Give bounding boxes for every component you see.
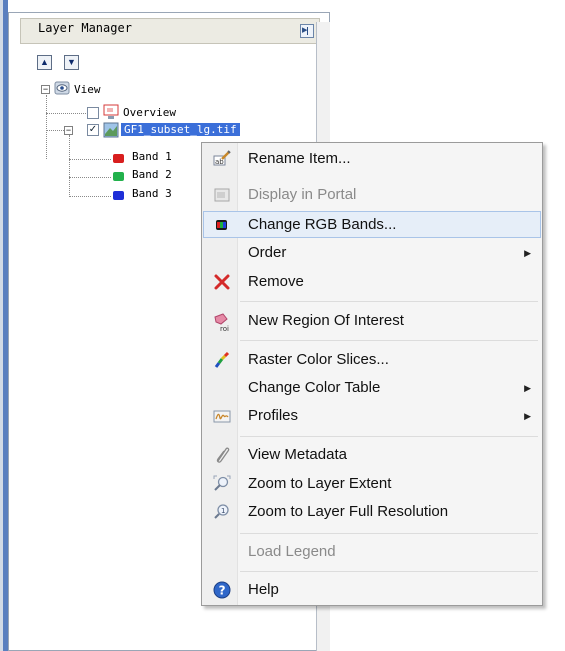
- overview-icon: [103, 104, 119, 120]
- menu-item-change-rgb-bands[interactable]: Change RGB Bands...: [203, 211, 541, 239]
- menu-label: Profiles: [248, 407, 299, 424]
- menu-item-display-in-portal[interactable]: Display in Portal: [203, 181, 541, 209]
- menu-item-zoom-to-layer-full-resolution[interactable]: 1 Zoom to Layer Full Resolution: [203, 498, 541, 526]
- menu-item-load-legend[interactable]: Load Legend: [203, 538, 541, 566]
- menu-separator: [240, 301, 538, 302]
- tree-line: [69, 135, 70, 197]
- zoom-extent-icon: [213, 475, 231, 493]
- svg-text:1: 1: [221, 507, 225, 515]
- tree-line: [69, 196, 111, 197]
- menu-label: Order: [248, 244, 287, 261]
- roi-icon: roi: [213, 312, 231, 333]
- menu-label: Help: [248, 581, 279, 598]
- tree-item-view[interactable]: View: [74, 83, 101, 96]
- tree-item-layer[interactable]: GF1_subset_lg.tif: [121, 123, 240, 136]
- submenu-arrow-icon: ▶: [524, 411, 531, 421]
- menu-item-new-region-of-interest[interactable]: roi New Region Of Interest: [203, 307, 541, 335]
- tree-line: [46, 113, 86, 114]
- menu-label: Remove: [248, 273, 304, 290]
- menu-item-rename[interactable]: ab Rename Item...: [203, 145, 541, 173]
- submenu-arrow-icon: ▶: [524, 383, 531, 393]
- tree-line: [69, 177, 111, 178]
- arrow-up-icon: ▲: [40, 57, 49, 67]
- menu-item-remove[interactable]: Remove: [203, 268, 541, 296]
- menu-item-help[interactable]: ? Help: [203, 576, 541, 604]
- menu-label: Raster Color Slices...: [248, 351, 389, 368]
- rename-icon: ab: [213, 150, 231, 168]
- svg-text:?: ?: [219, 584, 226, 598]
- band-3-swatch: [113, 191, 124, 200]
- move-down-button[interactable]: ▼: [64, 55, 79, 70]
- collapse-layer-toggle[interactable]: −: [64, 126, 73, 135]
- tree-item-band-3[interactable]: Band 3: [132, 187, 172, 200]
- layer-checkbox[interactable]: ✓: [87, 124, 99, 136]
- help-icon: ?: [213, 581, 231, 599]
- menu-separator: [240, 340, 538, 341]
- collapse-view-toggle[interactable]: −: [41, 85, 50, 94]
- tree-line: [46, 95, 47, 159]
- move-up-button[interactable]: ▲: [37, 55, 52, 70]
- raster-layer-icon: [103, 122, 119, 138]
- menu-label: Rename Item...: [248, 150, 351, 167]
- arrow-down-icon: ▼: [67, 57, 76, 67]
- view-eye-icon: [54, 81, 70, 95]
- menu-label: Load Legend: [248, 543, 336, 560]
- band-2-swatch: [113, 172, 124, 181]
- menu-label: New Region Of Interest: [248, 312, 404, 329]
- pin-icon[interactable]: [300, 23, 314, 38]
- menu-separator: [240, 533, 538, 534]
- menu-item-raster-color-slices[interactable]: Raster Color Slices...: [203, 346, 541, 374]
- menu-separator: [240, 571, 538, 572]
- menu-item-profiles[interactable]: Profiles ▶: [203, 402, 541, 430]
- color-slices-icon: [213, 351, 231, 369]
- menu-item-order[interactable]: Order ▶: [203, 239, 541, 267]
- menu-label: Change RGB Bands...: [248, 216, 397, 233]
- portal-icon: [213, 186, 231, 204]
- remove-icon: [213, 273, 231, 291]
- tree-item-band-2[interactable]: Band 2: [132, 168, 172, 181]
- menu-label: View Metadata: [248, 446, 347, 463]
- tree-line: [46, 130, 64, 131]
- submenu-arrow-icon: ▶: [524, 248, 531, 258]
- panel-title: Layer Manager: [38, 21, 132, 35]
- tree-item-overview[interactable]: Overview: [123, 106, 176, 119]
- left-window-border: [0, 0, 8, 651]
- svg-text:roi: roi: [220, 325, 229, 332]
- tree-item-band-1[interactable]: Band 1: [132, 150, 172, 163]
- menu-item-view-metadata[interactable]: View Metadata: [203, 441, 541, 469]
- menu-item-change-color-table[interactable]: Change Color Table ▶: [203, 374, 541, 402]
- profiles-icon: [213, 407, 231, 425]
- menu-separator: [240, 436, 538, 437]
- band-1-swatch: [113, 154, 124, 163]
- tree-line: [69, 159, 111, 160]
- metadata-icon: [213, 446, 231, 464]
- menu-label: Zoom to Layer Full Resolution: [248, 503, 449, 520]
- menu-label: Display in Portal: [248, 186, 357, 203]
- menu-label: Change Color Table: [248, 379, 381, 396]
- overview-checkbox[interactable]: [87, 107, 99, 119]
- rgb-bands-icon: [213, 216, 231, 234]
- menu-item-zoom-to-layer-extent[interactable]: Zoom to Layer Extent: [203, 470, 541, 498]
- menu-label: Zoom to Layer Extent: [248, 475, 392, 492]
- zoom-full-resolution-icon: 1: [213, 503, 231, 521]
